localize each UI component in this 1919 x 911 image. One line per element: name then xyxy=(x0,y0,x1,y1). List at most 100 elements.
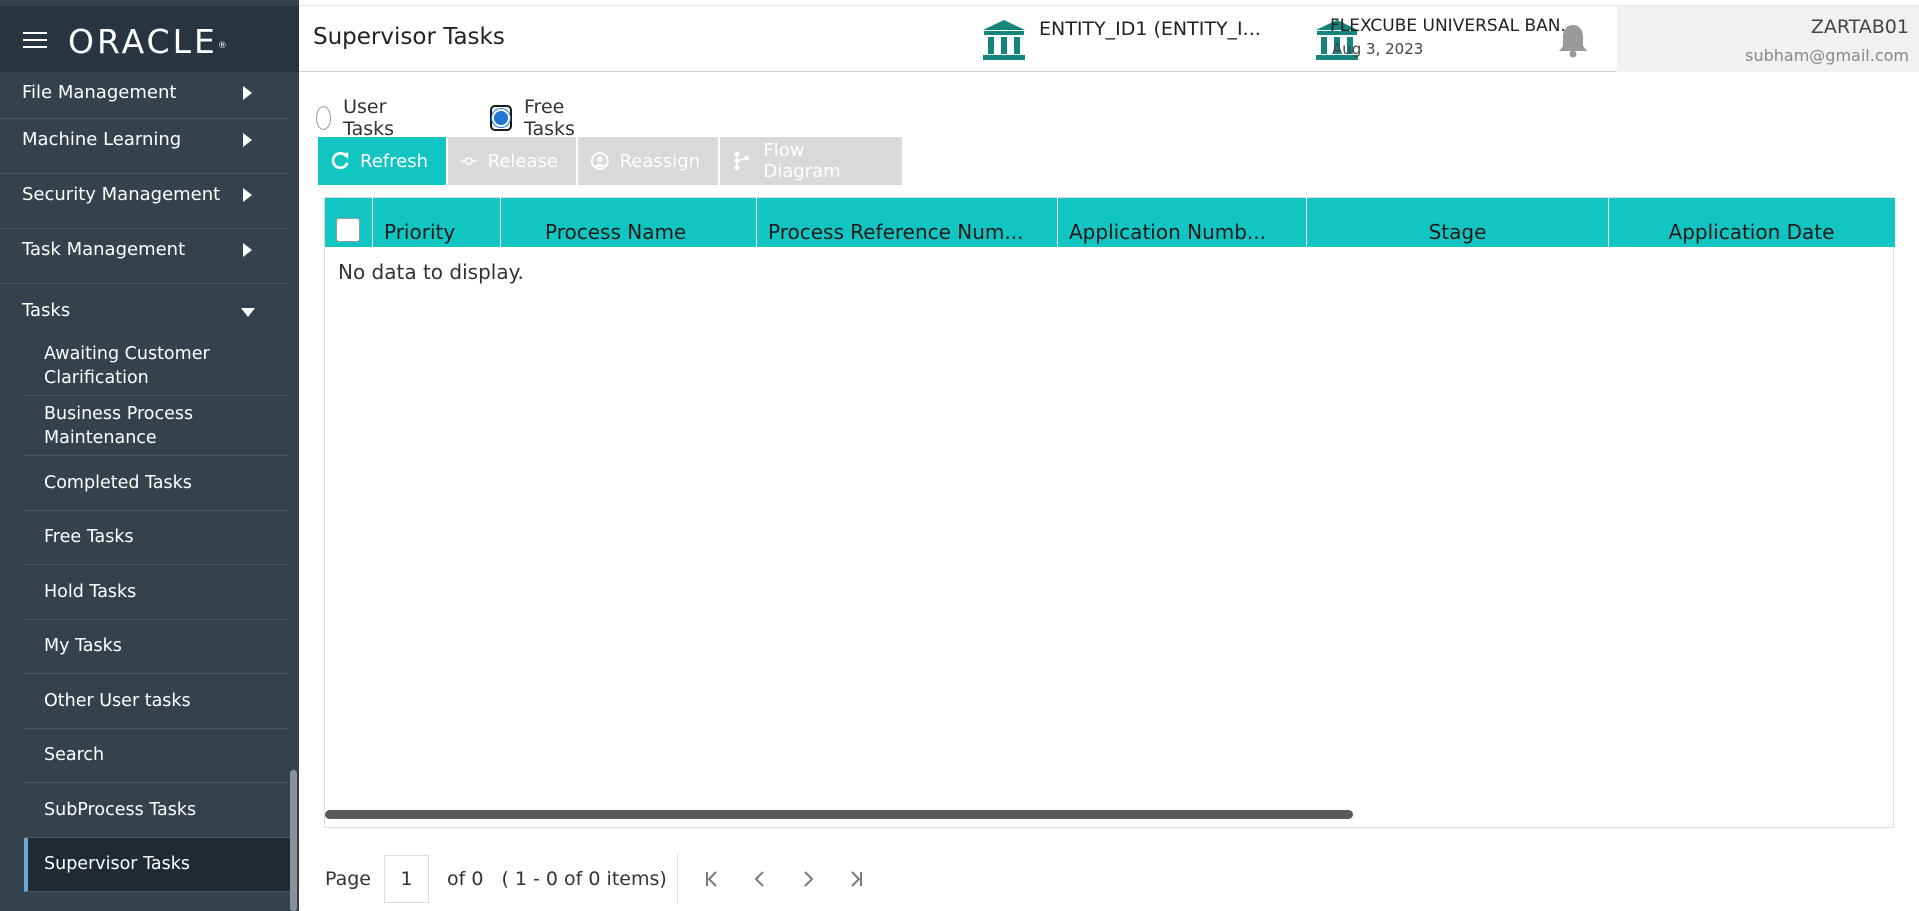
first-page-button[interactable] xyxy=(688,859,736,899)
nav-item-tasks[interactable]: Tasks xyxy=(0,284,290,336)
column-header-label: Priority xyxy=(384,220,456,244)
release-label: Release xyxy=(487,150,558,172)
empty-message: No data to display. xyxy=(338,260,524,284)
horizontal-scrollbar[interactable] xyxy=(325,810,1353,819)
submenu-item-label: SubProcess Tasks xyxy=(44,799,197,820)
radio-circle[interactable] xyxy=(316,106,332,130)
user-profile[interactable]: ZARTAB01 subham@gmail.com xyxy=(1617,6,1919,72)
radio-free-tasks[interactable]: Free Tasks xyxy=(490,96,579,140)
release-icon xyxy=(460,156,477,166)
reassign-icon xyxy=(590,152,609,170)
column-header-stage[interactable]: Stage xyxy=(1307,198,1609,247)
next-page-button[interactable] xyxy=(784,859,832,899)
last-page-button[interactable] xyxy=(832,859,880,899)
radio-label: User Tasks xyxy=(343,96,395,140)
radio-label: Free Tasks xyxy=(524,96,575,140)
submenu-item-label: My Tasks xyxy=(44,636,122,657)
next-page-icon xyxy=(804,871,814,887)
last-page-icon xyxy=(851,871,862,887)
pagination: Page of 0 ( 1 - 0 of 0 items) xyxy=(325,854,880,904)
nav-item-label: Security Management xyxy=(22,184,221,205)
submenu-item-other-user-tasks[interactable]: Other User tasks xyxy=(24,674,290,729)
nav-item-security-management[interactable]: Security Management xyxy=(0,174,290,229)
submenu-item-label: Hold Tasks xyxy=(44,581,137,602)
submenu-item-label: Other User tasks xyxy=(44,690,191,711)
branch-name[interactable]: FLEXCUBE UNIVERSAL BAN... xyxy=(1330,16,1577,36)
column-header-priority[interactable]: Priority xyxy=(373,198,501,247)
column-header-label: Stage xyxy=(1428,220,1487,244)
reassign-label: Reassign xyxy=(619,150,700,172)
column-header-application-date[interactable]: Application Date xyxy=(1609,198,1894,247)
nav-item-file-management[interactable]: File Management xyxy=(0,72,290,119)
flow-diagram-label: Flow Diagram xyxy=(763,140,841,182)
release-button[interactable]: Release xyxy=(448,137,576,185)
tasks-submenu: Awaiting Customer Clarification Business… xyxy=(24,336,290,892)
submenu-item-free-tasks[interactable]: Free Tasks xyxy=(24,511,290,565)
column-header-label: Process Name xyxy=(545,220,687,244)
chevron-right-icon xyxy=(243,243,252,257)
grid-header: Priority Process Name Process Reference … xyxy=(325,198,1895,247)
refresh-button[interactable]: Refresh xyxy=(318,137,446,185)
select-all-cell xyxy=(325,198,373,247)
select-all-checkbox[interactable] xyxy=(336,218,360,242)
items-summary: ( 1 - 0 of 0 items) xyxy=(501,868,667,890)
user-email: subham@gmail.com xyxy=(1745,46,1909,65)
column-header-process-name[interactable]: Process Name xyxy=(501,198,757,247)
registered-mark: ® xyxy=(217,41,227,51)
chevron-down-icon xyxy=(241,308,255,317)
chevron-right-icon xyxy=(243,86,252,100)
submenu-item-hold-tasks[interactable]: Hold Tasks xyxy=(24,565,290,620)
oracle-logo: ORACLE® xyxy=(68,22,227,62)
page-number-input[interactable] xyxy=(384,855,429,903)
tasks-grid: Priority Process Name Process Reference … xyxy=(324,197,1895,828)
submenu-item-label: Completed Tasks xyxy=(44,472,192,493)
nav-item-label: Machine Learning xyxy=(22,129,182,150)
flow-diagram-button[interactable]: Flow Diagram xyxy=(720,137,902,185)
page-label: Page xyxy=(325,868,371,890)
chevron-right-icon xyxy=(243,133,252,147)
reassign-button[interactable]: Reassign xyxy=(578,137,718,185)
pager-divider xyxy=(676,854,678,904)
refresh-icon xyxy=(331,151,349,170)
column-header-label: Application Numb... xyxy=(1069,220,1266,244)
page-count: of 0 xyxy=(447,868,484,890)
radio-circle-selected[interactable] xyxy=(490,105,512,131)
sidebar-scrollbar[interactable] xyxy=(290,770,297,911)
column-header-label: Process Reference Num... xyxy=(768,220,1024,244)
submenu-item-label: Awaiting Customer Clarification xyxy=(44,343,210,388)
sidebar: ORACLE® File Management Machine Learning… xyxy=(0,0,299,911)
column-header-application-number[interactable]: Application Numb... xyxy=(1058,198,1307,247)
action-toolbar: Refresh Release Reassign Flow Diagram xyxy=(318,137,904,185)
submenu-item-my-tasks[interactable]: My Tasks xyxy=(24,620,290,674)
nav-item-task-management[interactable]: Task Management xyxy=(0,229,290,284)
flow-diagram-icon xyxy=(734,151,750,171)
first-page-icon xyxy=(705,871,717,887)
refresh-label: Refresh xyxy=(360,150,428,172)
radio-dot xyxy=(492,109,510,127)
nav-item-label: Tasks xyxy=(22,300,71,321)
nav-item-machine-learning[interactable]: Machine Learning xyxy=(0,119,290,174)
column-header-process-reference-number[interactable]: Process Reference Num... xyxy=(757,198,1058,247)
submenu-item-label: Free Tasks xyxy=(44,527,134,548)
nav-item-label: File Management xyxy=(22,82,177,103)
hamburger-icon[interactable] xyxy=(23,32,49,52)
user-name: ZARTAB01 xyxy=(1810,16,1909,38)
submenu-item-business-process-maintenance[interactable]: Business Process Maintenance xyxy=(24,396,290,456)
submenu-item-label: Supervisor Tasks xyxy=(44,854,190,875)
prev-page-button[interactable] xyxy=(736,859,784,899)
submenu-item-subprocess-tasks[interactable]: SubProcess Tasks xyxy=(24,783,290,838)
submenu-item-label: Business Process Maintenance xyxy=(44,403,194,448)
bell-icon[interactable] xyxy=(1557,22,1589,58)
submenu-item-search[interactable]: Search xyxy=(24,729,290,783)
submenu-item-supervisor-tasks[interactable]: Supervisor Tasks xyxy=(24,837,290,892)
submenu-item-awaiting-customer-clarification[interactable]: Awaiting Customer Clarification xyxy=(24,336,290,396)
sidebar-header: ORACLE® xyxy=(0,6,299,72)
header-bar: Supervisor Tasks ENTITY_ID1 (ENTITY_I...… xyxy=(299,6,1919,72)
entity-selector[interactable]: ENTITY_ID1 (ENTITY_I... xyxy=(1039,18,1261,40)
column-header-label: Application Date xyxy=(1668,220,1835,244)
brand-text: ORACLE xyxy=(68,22,218,61)
prev-page-icon xyxy=(754,871,764,887)
radio-user-tasks[interactable]: User Tasks xyxy=(316,96,403,140)
bank-icon[interactable] xyxy=(981,18,1027,62)
submenu-item-completed-tasks[interactable]: Completed Tasks xyxy=(24,456,290,511)
